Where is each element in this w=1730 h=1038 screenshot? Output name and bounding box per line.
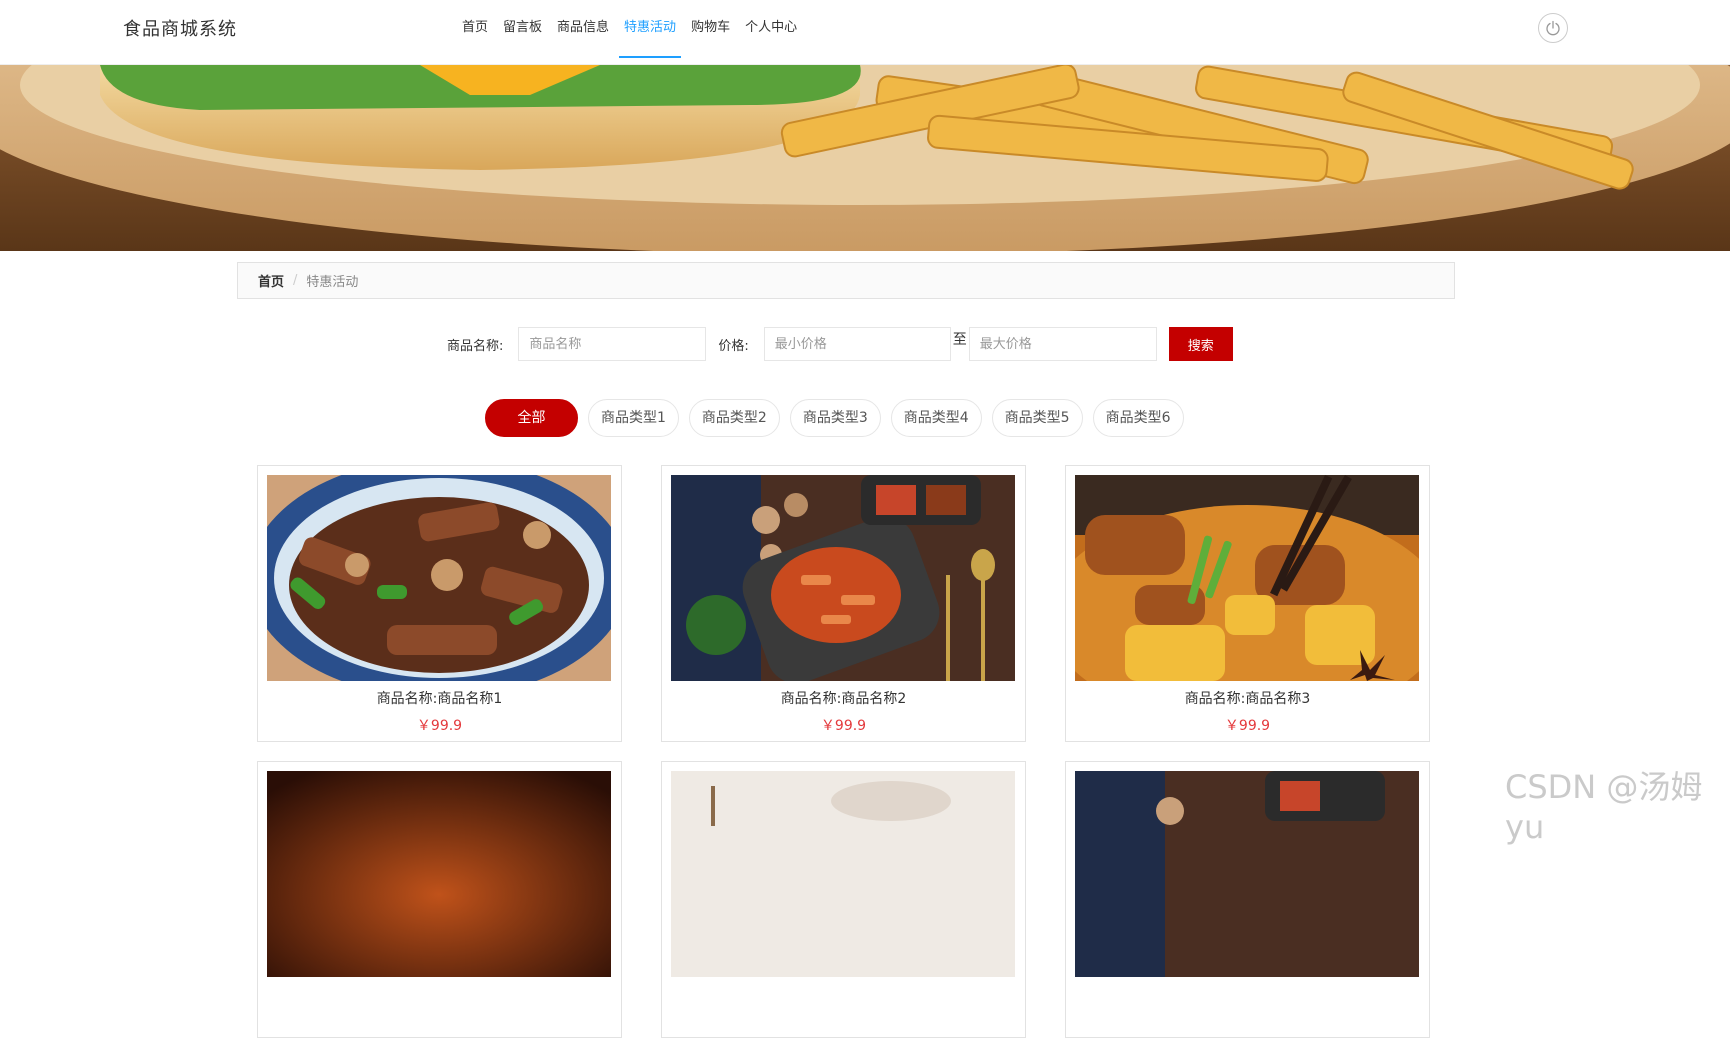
product-image: [671, 475, 1015, 681]
product-card[interactable]: [257, 761, 622, 1038]
max-price-input[interactable]: [968, 327, 1157, 361]
product-name: 商品名称:商品名称3: [1184, 691, 1311, 707]
category-type-4[interactable]: 商品类型4: [890, 399, 982, 437]
price-label: 价格:: [718, 338, 749, 354]
main-nav: 首页 留言板 商品信息 特惠活动 购物车 个人中心: [462, 0, 812, 58]
category-type-3[interactable]: 商品类型3: [789, 399, 881, 437]
site-brand: 食品商城系统: [123, 19, 237, 40]
product-card[interactable]: 商品名称:商品名称1 ￥99.9: [257, 465, 622, 742]
product-price: ￥99.9: [820, 718, 867, 734]
product-name-label: 商品名称:: [447, 338, 504, 354]
breadcrumb-home-link[interactable]: 首页: [258, 271, 284, 290]
product-name-input[interactable]: [518, 327, 707, 361]
category-type-1[interactable]: 商品类型1: [588, 399, 679, 437]
nav-item-promotions[interactable]: 特惠活动: [619, 0, 682, 58]
product-card[interactable]: 商品名称:商品名称3 ￥99.9: [1065, 465, 1430, 742]
product-image: [267, 475, 611, 681]
nav-item-cart[interactable]: 购物车: [691, 0, 730, 58]
product-name: 商品名称:商品名称2: [780, 691, 907, 707]
nav-item-message-board[interactable]: 留言板: [503, 0, 542, 58]
search-button[interactable]: 搜索: [1168, 327, 1233, 361]
category-type-5[interactable]: 商品类型5: [991, 399, 1083, 437]
nav-item-profile[interactable]: 个人中心: [745, 0, 797, 58]
category-filter: 全部 商品类型1 商品类型2 商品类型3 商品类型4 商品类型5 商品类型6: [485, 399, 1194, 437]
breadcrumb: 首页 / 特惠活动: [237, 262, 1455, 299]
min-price-input[interactable]: [763, 327, 951, 361]
search-bar: 商品名称: 价格: 至 搜索: [447, 327, 1233, 361]
product-card[interactable]: [1065, 761, 1430, 1038]
product-image: [1075, 475, 1419, 681]
top-header: 食品商城系统 首页 留言板 商品信息 特惠活动 购物车 个人中心: [0, 0, 1730, 65]
product-card[interactable]: [661, 761, 1026, 1038]
product-image: [1075, 771, 1419, 977]
breadcrumb-current: 特惠活动: [306, 275, 359, 290]
logout-button[interactable]: [1538, 13, 1568, 43]
csdn-watermark: CSDN @汤姆yu: [1505, 768, 1703, 846]
banner-image: [0, 65, 1730, 251]
nav-item-home[interactable]: 首页: [462, 0, 488, 58]
power-icon: [1546, 20, 1560, 36]
product-name: 商品名称:商品名称1: [376, 691, 503, 707]
category-type-6[interactable]: 商品类型6: [1092, 399, 1184, 437]
product-price: ￥99.9: [416, 718, 463, 734]
product-card[interactable]: 商品名称:商品名称2 ￥99.9: [661, 465, 1026, 742]
product-image: [267, 771, 611, 977]
range-to-label: 至: [952, 332, 967, 348]
product-image: [671, 771, 1015, 977]
category-all[interactable]: 全部: [485, 399, 578, 437]
breadcrumb-separator: /: [293, 273, 298, 288]
nav-item-products[interactable]: 商品信息: [557, 0, 609, 58]
category-type-2[interactable]: 商品类型2: [688, 399, 780, 437]
product-price: ￥99.9: [1224, 718, 1271, 734]
